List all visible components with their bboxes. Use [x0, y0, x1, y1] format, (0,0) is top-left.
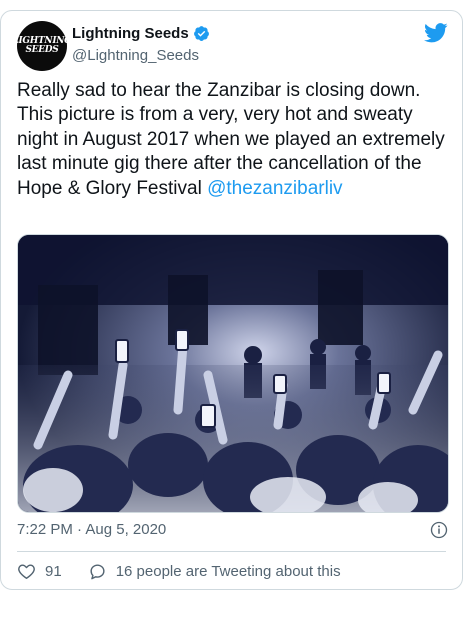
like-count: 91 — [45, 563, 62, 580]
divider — [17, 551, 446, 552]
tweet-photo[interactable] — [17, 234, 449, 513]
tweet-card[interactable]: LIGHTNING SEEDS Lightning Seeds @Lightni… — [0, 10, 463, 590]
heart-icon — [18, 564, 35, 579]
display-name[interactable]: Lightning Seeds — [72, 25, 189, 42]
speech-bubble-icon — [90, 564, 105, 580]
info-icon[interactable] — [430, 521, 448, 539]
mention-link[interactable]: @thezanzibarliv — [207, 178, 342, 199]
author-name-row[interactable]: Lightning Seeds — [72, 25, 210, 42]
author-handle[interactable]: @Lightning_Seeds — [72, 47, 199, 64]
tweet-actions: 91 16 people are Tweeting about this — [17, 562, 367, 581]
reply-button[interactable]: 16 people are Tweeting about this — [88, 562, 341, 581]
avatar[interactable]: LIGHTNING SEEDS — [12, 21, 72, 71]
tweet-timestamp[interactable]: 7:22 PM · Aug 5, 2020 — [17, 521, 166, 538]
reply-text: 16 people are Tweeting about this — [115, 563, 341, 580]
twitter-bird-icon[interactable] — [424, 23, 448, 43]
verified-badge-icon — [193, 26, 209, 41]
avatar-logo-line-2: SEEDS — [25, 45, 59, 55]
concert-crowd-image — [18, 235, 448, 512]
tweet-text: Really sad to hear the Zanzibar is closi… — [17, 79, 449, 201]
like-button[interactable]: 91 — [17, 562, 62, 581]
